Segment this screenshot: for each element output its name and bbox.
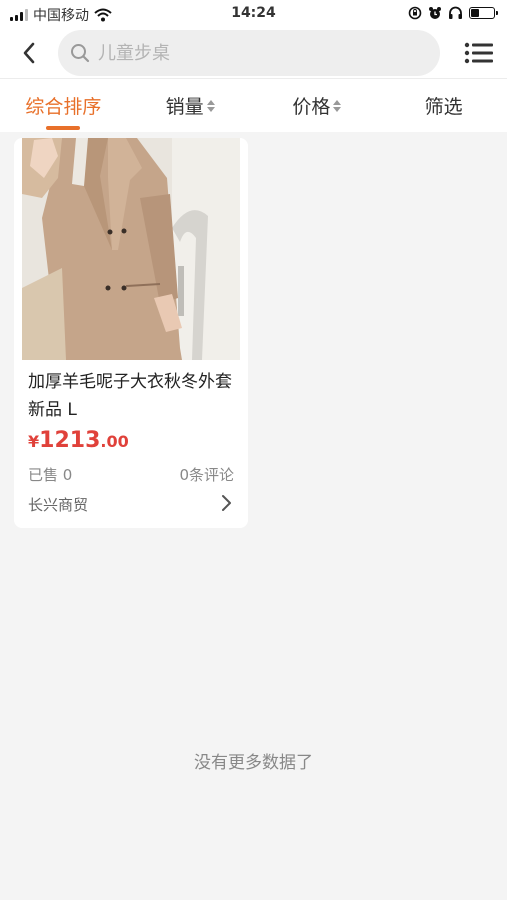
product-price: ¥1213.00 [28, 428, 129, 453]
orientation-lock-icon [408, 6, 422, 20]
status-right [408, 6, 498, 20]
status-bar: 中国移动 14:24 [0, 0, 507, 28]
search-bar[interactable] [58, 30, 440, 76]
sort-tabs: 综合排序 销量 价格 筛选 [0, 78, 507, 132]
sort-arrows-icon [206, 99, 215, 112]
price-decimal: .00 [100, 432, 129, 451]
tab-label: 销量 [165, 96, 204, 118]
alarm-icon [429, 7, 441, 19]
battery-fill [471, 9, 479, 17]
back-button[interactable] [14, 38, 44, 68]
tab-label: 价格 [292, 96, 331, 118]
price-currency: ¥ [28, 432, 40, 451]
tab-filter[interactable]: 筛选 [380, 79, 507, 132]
chevron-left-icon [23, 42, 35, 64]
sold-count: 已售 0 [28, 466, 73, 484]
tab-label: 综合排序 [25, 96, 102, 118]
list-menu-icon [464, 42, 493, 64]
tab-comprehensive[interactable]: 综合排序 [0, 79, 127, 132]
product-image[interactable] [22, 138, 240, 360]
tab-sales[interactable]: 销量 [127, 79, 254, 132]
no-more-data-text: 没有更多数据了 [194, 753, 313, 773]
sort-arrows-icon [333, 99, 342, 112]
tab-price[interactable]: 价格 [254, 79, 381, 132]
search-icon [71, 44, 90, 63]
headphones-icon [449, 6, 462, 19]
search-header [0, 28, 507, 78]
search-input[interactable] [98, 42, 398, 64]
battery-icon [469, 7, 498, 19]
product-card[interactable]: 加厚羊毛呢子大衣秋冬外套新品 L ¥1213.00 已售 0 0条评论 长兴商贸 [14, 138, 248, 528]
price-integer: 1213 [39, 428, 101, 453]
list-menu-button[interactable] [463, 38, 495, 68]
coat-photo [22, 138, 240, 360]
shop-name[interactable]: 长兴商贸 [28, 494, 88, 515]
tab-label: 筛选 [424, 96, 463, 118]
product-title[interactable]: 加厚羊毛呢子大衣秋冬外套新品 L [28, 368, 238, 424]
review-count: 0条评论 [179, 466, 234, 484]
chevron-right-icon[interactable] [218, 494, 234, 512]
